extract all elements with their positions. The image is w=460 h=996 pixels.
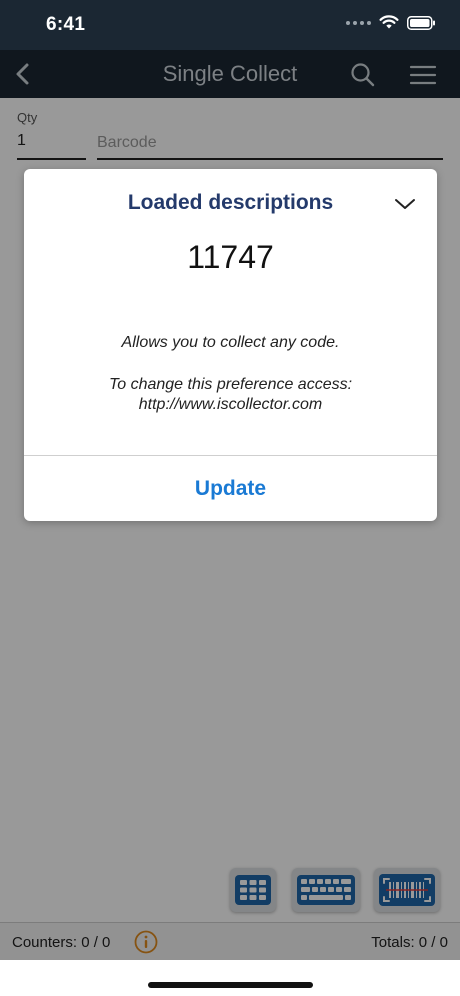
descriptions-count: 11747 (187, 239, 274, 275)
preference-link[interactable]: http://www.iscollector.com (24, 395, 437, 415)
status-bar: 6:41 (0, 0, 460, 50)
update-button[interactable]: Update (24, 456, 437, 521)
collapse-dialog-button[interactable] (394, 196, 416, 212)
preference-line: To change this preference access: (108, 376, 353, 393)
dialog-title: Loaded descriptions (127, 191, 334, 214)
wifi-icon (379, 15, 399, 29)
home-indicator-area (0, 960, 460, 996)
status-time: 6:41 (46, 14, 86, 35)
loaded-descriptions-dialog: Loaded descriptions 11747 Allows you to … (24, 169, 437, 521)
cellular-signal-icon (346, 20, 371, 25)
dialog-message: Allows you to collect any code. (121, 334, 340, 351)
battery-icon (407, 15, 435, 30)
preference-note: To change this preference access: http:/… (24, 375, 437, 415)
status-indicators (346, 15, 436, 30)
home-indicator[interactable] (148, 982, 313, 988)
chevron-down-icon (395, 199, 415, 209)
